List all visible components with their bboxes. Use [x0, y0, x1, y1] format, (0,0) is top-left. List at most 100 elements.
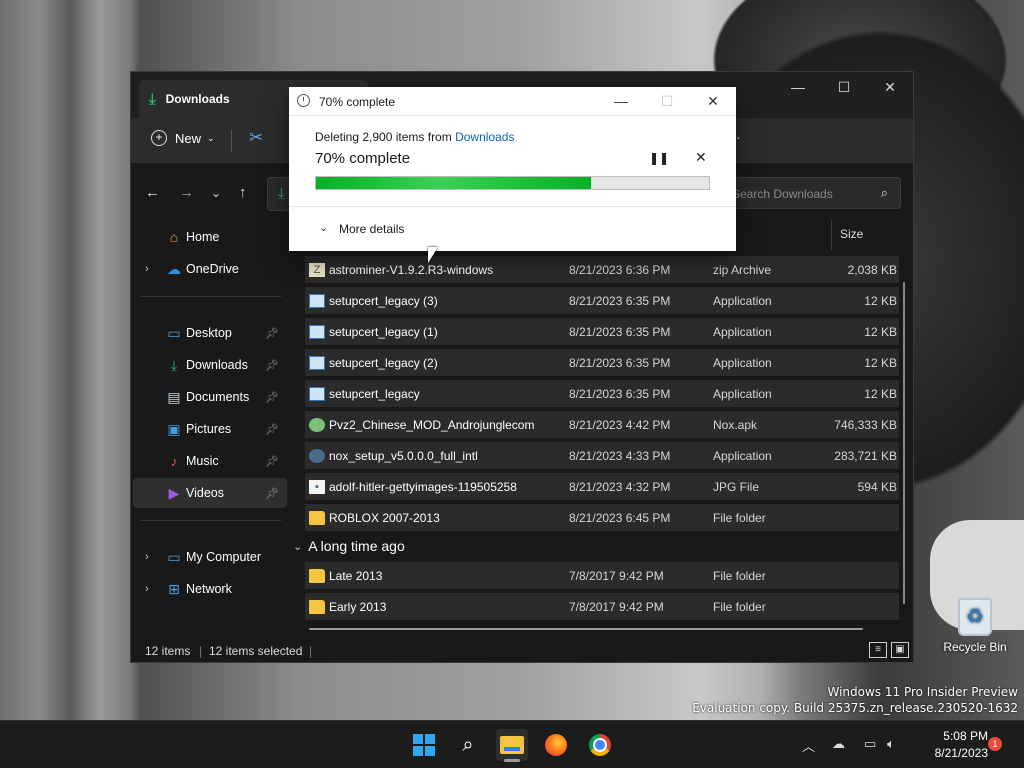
app-icon: [309, 355, 325, 370]
pause-icon[interactable]: ❚❚: [649, 151, 669, 165]
cancel-icon[interactable]: ✕: [695, 149, 707, 166]
chevron-right-icon: ›: [145, 263, 149, 275]
column-header-size[interactable]: Size: [831, 220, 863, 250]
vertical-scrollbar[interactable]: [903, 282, 905, 604]
sidebar-item-my-computer[interactable]: › ▭ My Computer: [133, 542, 287, 572]
pin-icon[interactable]: 📌︎: [265, 487, 279, 500]
cloud-offline-icon[interactable]: ☁: [832, 736, 845, 752]
more-details-label: More details: [339, 222, 405, 236]
notification-badge[interactable]: 1: [988, 737, 1002, 751]
pin-icon[interactable]: 📌︎: [265, 359, 279, 372]
download-icon: ⤓: [278, 185, 285, 202]
file-row[interactable]: setupcert_legacy (2) 8/21/2023 6:35 PM A…: [305, 349, 899, 376]
sidebar-item-downloads[interactable]: ⤓ Downloads 📌︎: [133, 350, 287, 380]
details-view-icon[interactable]: ≡: [869, 642, 887, 658]
forward-icon[interactable]: →: [179, 184, 194, 201]
sidebar-item-network[interactable]: › ⊞ Network: [133, 574, 287, 604]
taskbar-clock[interactable]: 5:08 PM 8/21/2023: [910, 728, 988, 762]
dialog-titlebar: 70% complete — ☐ ✕: [289, 87, 736, 116]
file-type: JPG File: [713, 479, 760, 494]
file-row[interactable]: Early 2013 7/8/2017 9:42 PM File folder: [305, 593, 899, 620]
search-input[interactable]: Search Downloads ⌕: [721, 177, 901, 209]
file-row[interactable]: setupcert_legacy (1) 8/21/2023 6:35 PM A…: [305, 318, 899, 345]
windows-logo-icon: [413, 734, 435, 756]
search-icon[interactable]: ⌕: [452, 729, 484, 761]
file-row[interactable]: Late 2013 7/8/2017 9:42 PM File folder: [305, 562, 899, 589]
start-button[interactable]: [408, 729, 440, 761]
group-header[interactable]: ⌄ A long time ago: [293, 538, 405, 554]
folder-icon: [500, 736, 524, 754]
file-row[interactable]: setupcert_legacy (3) 8/21/2023 6:35 PM A…: [305, 287, 899, 314]
sidebar-item-desktop[interactable]: ▭ Desktop 📌︎: [133, 318, 287, 348]
pin-icon[interactable]: 📌︎: [265, 455, 279, 468]
downloads-link[interactable]: Downloads: [455, 130, 514, 144]
app-icon: [309, 324, 325, 339]
file-type: File folder: [713, 510, 766, 525]
chevron-up-icon[interactable]: ︿: [802, 736, 815, 755]
file-type: Application: [713, 324, 772, 339]
app-icon: [309, 386, 325, 401]
horizontal-scrollbar[interactable]: [309, 628, 863, 630]
maximize-icon[interactable]: ☐: [821, 72, 867, 102]
file-row[interactable]: nox_setup_v5.0.0.0_full_intl 8/21/2023 4…: [305, 442, 899, 469]
close-icon[interactable]: ✕: [690, 87, 736, 115]
file-date: 8/21/2023 4:42 PM: [569, 417, 671, 432]
sidebar-item-videos[interactable]: ▶ Videos 📌︎: [133, 478, 287, 508]
minimize-icon[interactable]: —: [775, 72, 821, 102]
sidebar-item-documents[interactable]: ▤ Documents 📌︎: [133, 382, 287, 412]
pin-icon[interactable]: 📌︎: [265, 391, 279, 404]
file-row[interactable]: setupcert_legacy 8/21/2023 6:35 PM Appli…: [305, 380, 899, 407]
dialog-title: 70% complete: [319, 95, 396, 109]
file-row[interactable]: Pvz2_Chinese_MOD_Androjunglecom 8/21/202…: [305, 411, 899, 438]
back-icon[interactable]: ←: [145, 184, 160, 201]
download-icon: ⤓: [170, 356, 178, 373]
volume-icon[interactable]: 🔈︎: [887, 736, 895, 752]
minimize-icon[interactable]: —: [598, 87, 644, 115]
file-date: 8/21/2023 6:35 PM: [569, 324, 671, 339]
folder-icon: [309, 599, 325, 614]
clock-date: 8/21/2023: [934, 746, 988, 760]
file-row[interactable]: ▪ adolf-hitler-gettyimages-119505258 8/2…: [305, 473, 899, 500]
chevron-down-icon: ⌄: [319, 222, 329, 234]
tiles-view-icon[interactable]: ▣: [891, 642, 909, 658]
file-date: 8/21/2023 6:45 PM: [569, 510, 671, 525]
file-type: Application: [713, 386, 772, 401]
sidebar-item-onedrive[interactable]: › ☁ OneDrive: [133, 254, 287, 284]
sidebar-item-music[interactable]: ♪ Music 📌︎: [133, 446, 287, 476]
sidebar-item-home[interactable]: ⌂ Home: [133, 222, 287, 252]
up-icon[interactable]: ↑: [239, 184, 247, 201]
folder-icon: [309, 510, 325, 525]
sidebar-item-label: Music: [186, 454, 219, 468]
videos-icon: ▶: [168, 484, 180, 501]
network-icon[interactable]: ▭: [864, 736, 876, 752]
firefox-taskbar-button[interactable]: [540, 729, 572, 761]
mouse-cursor: [428, 247, 438, 263]
recent-locations-icon[interactable]: ⌄: [211, 186, 221, 200]
status-bar: 12 items | 12 items selected | ≡ ▣: [131, 638, 913, 664]
pin-icon[interactable]: 📌︎: [265, 327, 279, 340]
file-size: 12 KB: [864, 293, 897, 308]
sidebar-item-label: Network: [186, 582, 232, 596]
recycle-bin-icon: ♻: [958, 598, 992, 636]
file-name: Pvz2_Chinese_MOD_Androjunglecom: [329, 417, 535, 432]
chrome-taskbar-button[interactable]: [584, 729, 616, 761]
taskbar: ⌕ ︿ ☁ ▭ 🔈︎ 5:08 PM 8/21/2023 1: [0, 720, 1024, 768]
home-icon: ⌂: [169, 229, 179, 245]
navigation-pane: ⌂ Home › ☁ OneDrive ▭ Desktop 📌︎ ⤓ Downl…: [131, 220, 289, 634]
pin-icon[interactable]: 📌︎: [265, 423, 279, 436]
cut-icon[interactable]: ✂: [249, 128, 263, 148]
file-type: Application: [713, 355, 772, 370]
file-date: 8/21/2023 6:35 PM: [569, 355, 671, 370]
file-row[interactable]: ROBLOX 2007-2013 8/21/2023 6:45 PM File …: [305, 504, 899, 531]
chevron-right-icon: ›: [145, 583, 149, 595]
more-details-toggle[interactable]: ⌄ More details: [289, 206, 736, 251]
new-button[interactable]: + New ⌄: [151, 130, 215, 146]
close-icon[interactable]: ✕: [867, 72, 913, 102]
file-explorer-taskbar-button[interactable]: [496, 729, 528, 762]
recycle-bin[interactable]: ♻ Recycle Bin: [942, 598, 1008, 654]
sidebar-item-label: Home: [186, 230, 220, 244]
progress-bar: [315, 176, 710, 190]
sidebar-item-pictures[interactable]: ▣ Pictures 📌︎: [133, 414, 287, 444]
sidebar-item-label: Desktop: [186, 326, 232, 340]
file-row[interactable]: Z astrominer-V1.9.2.R3-windows 8/21/2023…: [305, 256, 899, 283]
